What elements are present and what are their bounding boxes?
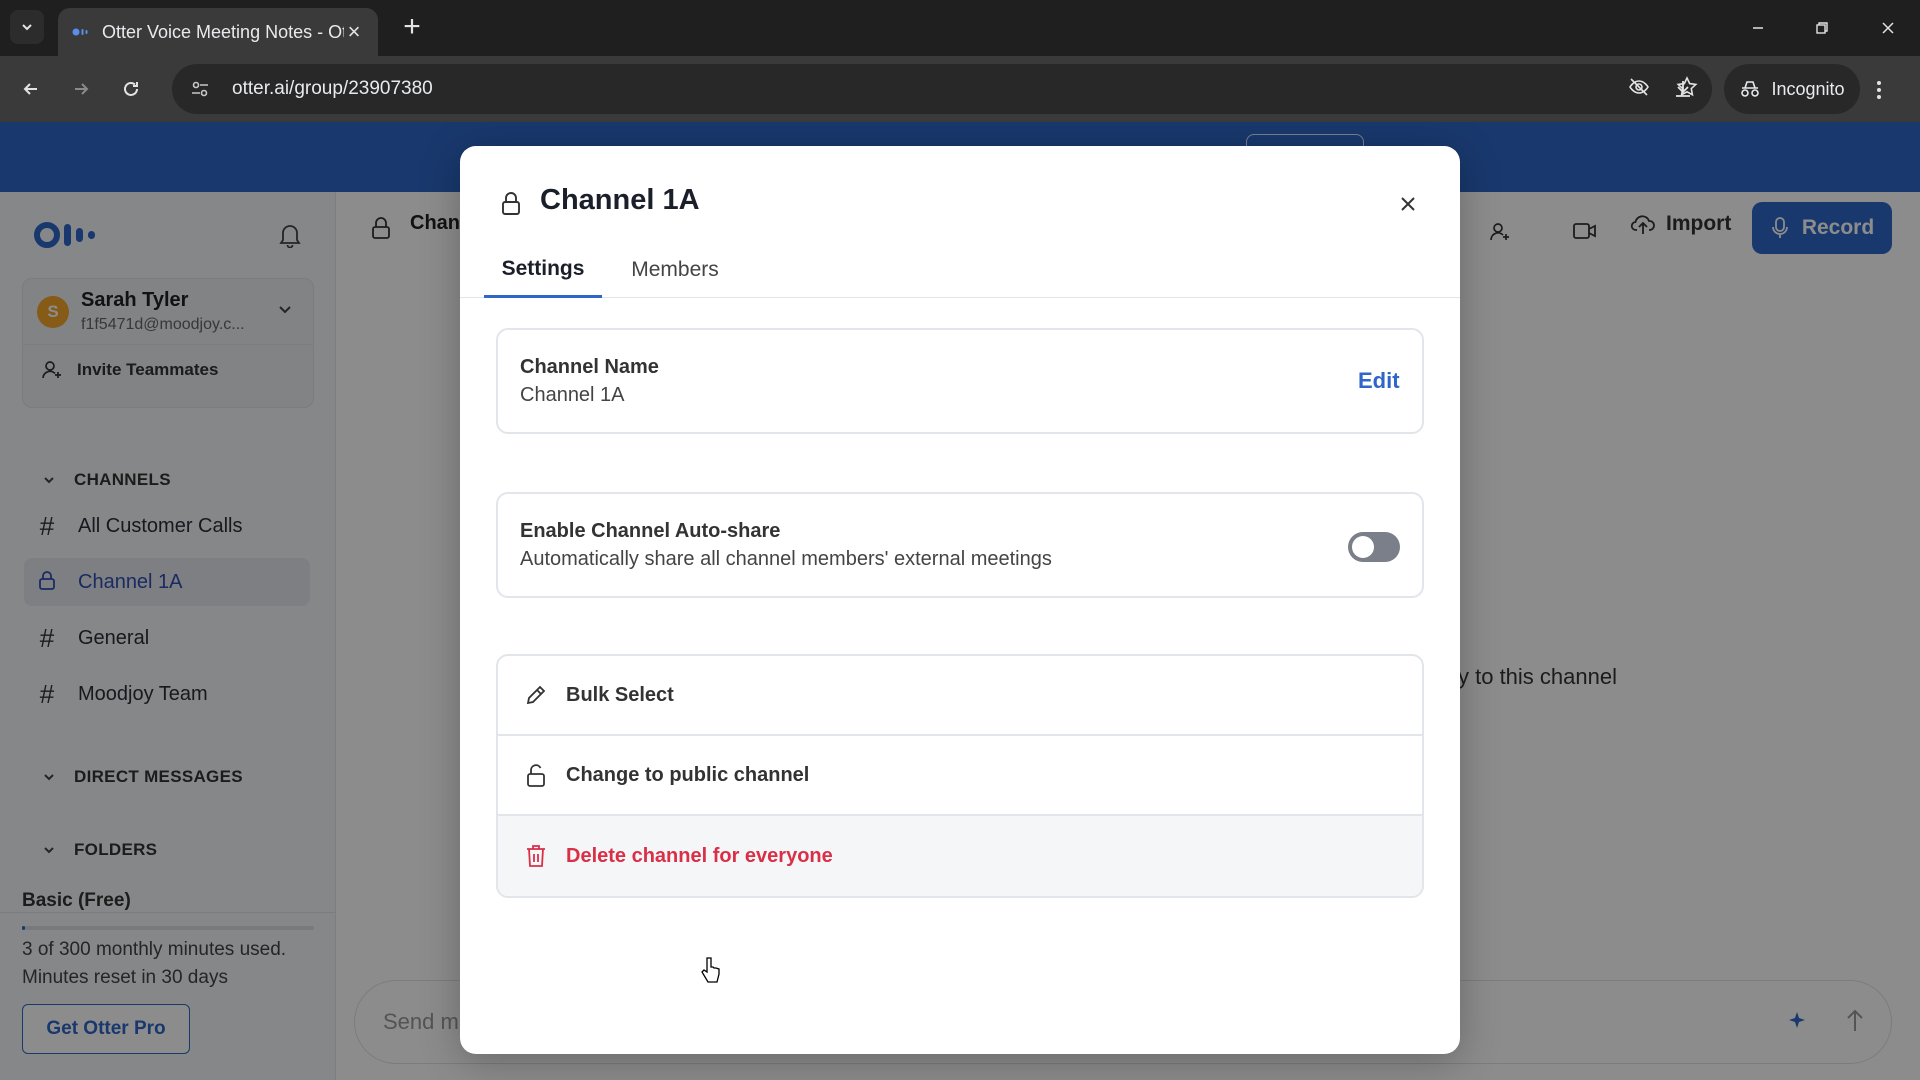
modal-title: Channel 1A	[540, 184, 700, 216]
browser-toolbar: otter.ai/group/23907380 Incognito	[0, 56, 1920, 122]
edit-channel-name-button[interactable]: Edit	[1358, 368, 1400, 394]
minimize-icon	[1753, 27, 1763, 29]
forward-button[interactable]	[64, 72, 98, 106]
incognito-icon	[1741, 81, 1760, 97]
trash-icon	[527, 845, 545, 867]
incognito-badge[interactable]: Incognito	[1724, 64, 1860, 114]
channel-settings-modal: Channel 1A Settings Members Channel Name…	[460, 146, 1460, 1054]
change-to-public-label: Change to public channel	[566, 763, 810, 786]
address-bar[interactable]: otter.ai/group/23907380	[172, 64, 1712, 114]
back-button[interactable]	[14, 72, 48, 106]
close-window-button[interactable]	[1866, 8, 1910, 48]
auto-share-card: Enable Channel Auto-share Automatically …	[496, 492, 1424, 598]
browser-tab[interactable]: Otter Voice Meeting Notes - Ot ×	[58, 8, 378, 56]
browser-tab-bar: Otter Voice Meeting Notes - Ot × +	[0, 0, 1920, 56]
arrow-left-icon	[23, 83, 37, 95]
channel-name-label: Channel Name	[520, 356, 659, 378]
channel-actions-card: Bulk Select Change to public channel Del…	[496, 654, 1424, 898]
incognito-label: Incognito	[1771, 78, 1845, 99]
tab-settings[interactable]: Settings	[484, 242, 602, 298]
auto-share-label: Enable Channel Auto-share	[520, 520, 781, 542]
close-modal-button[interactable]	[1388, 184, 1428, 224]
modal-tabs: Settings Members	[460, 242, 1460, 298]
web-page: S Sarah Tyler f1f5471d@moodjoy.c... Invi…	[0, 122, 1920, 1080]
mouse-cursor-icon	[700, 956, 722, 991]
browser-menu-icon[interactable]	[1876, 80, 1882, 105]
bulk-select-label: Bulk Select	[566, 683, 674, 706]
arrow-right-icon	[75, 83, 89, 95]
bulk-select-button[interactable]: Bulk Select	[498, 656, 1422, 736]
pencil-icon	[526, 685, 546, 705]
download-icon[interactable]	[1672, 78, 1694, 105]
tab-title: Otter Voice Meeting Notes - Ot	[102, 21, 344, 42]
new-tab-button[interactable]: +	[396, 12, 428, 44]
otter-favicon-icon	[72, 23, 90, 41]
lock-icon	[500, 190, 522, 221]
close-tab-icon[interactable]: ×	[344, 19, 364, 45]
delete-channel-button[interactable]: Delete channel for everyone	[498, 816, 1422, 896]
chevron-down-icon	[22, 24, 32, 31]
close-icon	[1882, 22, 1894, 34]
change-to-public-button[interactable]: Change to public channel	[498, 736, 1422, 816]
close-icon	[1401, 197, 1415, 211]
tab-members[interactable]: Members	[620, 242, 730, 298]
url-text: otter.ai/group/23907380	[232, 78, 433, 99]
delete-channel-label: Delete channel for everyone	[566, 844, 833, 867]
restore-button[interactable]	[1800, 8, 1844, 48]
reload-button[interactable]	[114, 72, 148, 106]
tab-search-button[interactable]	[10, 10, 44, 44]
unlock-icon	[527, 764, 545, 787]
site-settings-icon[interactable]	[190, 79, 212, 99]
toggle-knob	[1352, 536, 1374, 558]
eye-off-icon[interactable]	[1628, 76, 1650, 98]
auto-share-description: Automatically share all channel members'…	[520, 548, 1052, 570]
reload-icon	[124, 81, 138, 96]
minimize-button[interactable]	[1736, 8, 1780, 48]
auto-share-toggle[interactable]	[1348, 532, 1400, 562]
restore-icon	[1816, 22, 1828, 34]
channel-name-value: Channel 1A	[520, 384, 625, 406]
channel-name-card: Channel Name Channel 1A Edit	[496, 328, 1424, 434]
